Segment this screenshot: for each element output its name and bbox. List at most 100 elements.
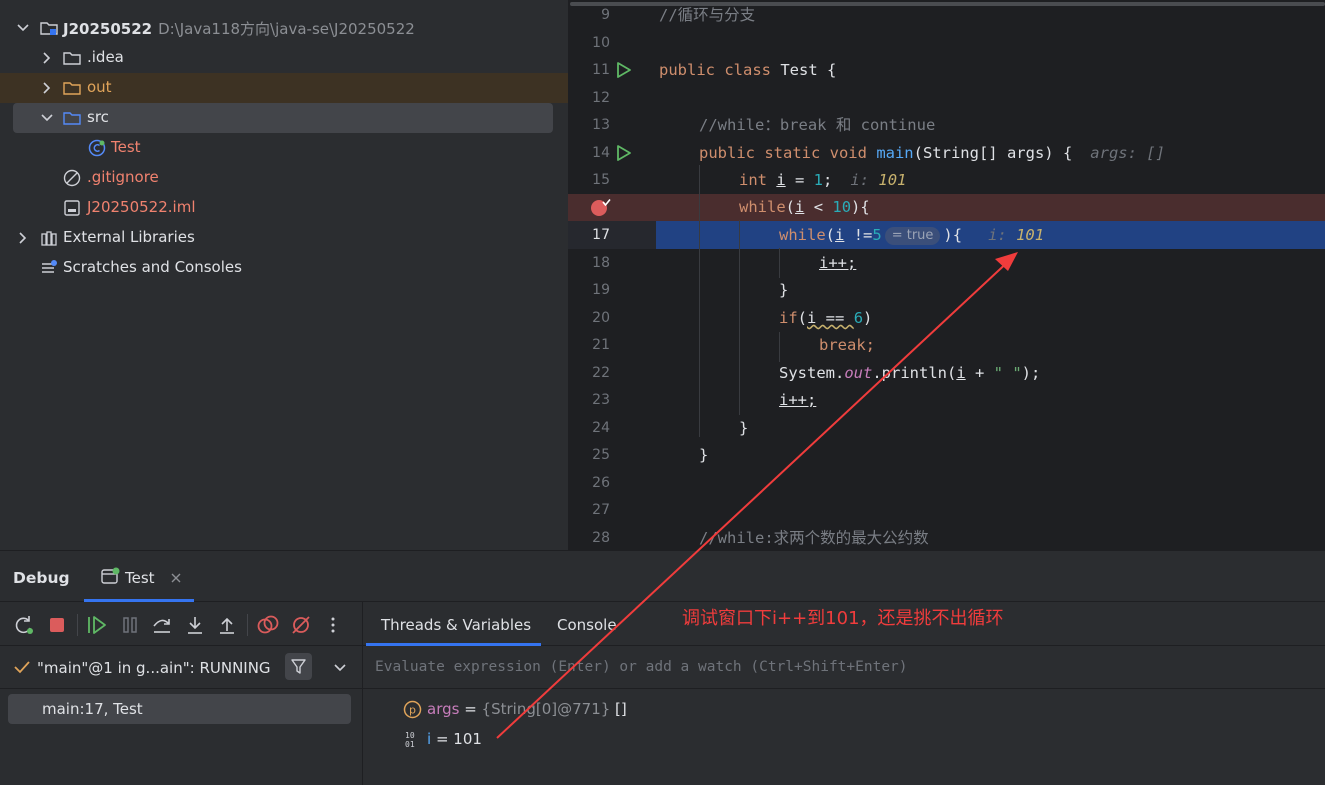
library-icon: [41, 231, 57, 246]
tree-item-src[interactable]: src: [13, 103, 553, 133]
stop-icon[interactable]: [47, 615, 67, 635]
svg-text:p: p: [409, 704, 416, 717]
view-breakpoints-icon[interactable]: [257, 615, 279, 635]
eval-placeholder: Evaluate expression (Enter) or add a wat…: [375, 659, 908, 675]
step-out-icon[interactable]: [217, 615, 237, 635]
breakpoint-icon[interactable]: [590, 198, 612, 218]
debug-header: [0, 550, 1325, 602]
thread-selector[interactable]: "main"@1 in g...ain": RUNNING: [0, 646, 362, 689]
rerun-icon[interactable]: [14, 615, 34, 635]
tree-item-label: out: [87, 78, 112, 96]
debug-tool-window: Debug Test Threads & Variables Console "…: [0, 550, 1325, 785]
code-line-16: while(i < 10){: [739, 198, 870, 216]
code-line-20: if(i == 6): [779, 309, 873, 327]
tree-item-label: src: [87, 108, 109, 126]
chevron-down-icon[interactable]: [16, 21, 30, 35]
evaluate-expression-input[interactable]: Evaluate expression (Enter) or add a wat…: [363, 646, 1325, 689]
chevron-down-icon[interactable]: [40, 111, 54, 125]
line-number: 26: [592, 475, 610, 491]
tree-item-label: J20250522.iml: [87, 198, 196, 216]
tab-console[interactable]: Console: [545, 602, 625, 646]
close-icon[interactable]: [171, 573, 181, 583]
java-class-icon: [88, 139, 106, 157]
run-icon[interactable]: [616, 61, 632, 79]
code-line-22: System.out.println(i + " ");: [779, 364, 1041, 382]
tab-label: Threads & Variables: [381, 616, 532, 634]
pause-icon[interactable]: [120, 615, 140, 635]
mute-breakpoints-icon[interactable]: [290, 615, 312, 635]
tree-item-gitignore[interactable]: .gitignore: [0, 163, 568, 193]
code-line-17: while(i !=5 = true){i: 101: [779, 226, 1045, 245]
line-number: 21: [592, 337, 610, 353]
tree-item-iml[interactable]: J20250522.iml: [0, 193, 568, 223]
scratches-icon: [42, 260, 57, 273]
stack-frame-item[interactable]: main:17, Test: [8, 694, 351, 724]
line-number: 15: [592, 172, 610, 188]
root-name: J20250522: [63, 20, 153, 38]
code-line-13: //while：break 和 continue: [699, 116, 936, 134]
tree-item-label: Scratches and Consoles: [63, 258, 242, 276]
tree-root-j20250522[interactable]: J20250522 D:\Java118方向\java-se\J20250522: [0, 13, 568, 43]
parameter-icon: p: [403, 700, 422, 719]
line-number-current: 17: [592, 227, 610, 243]
inline-evaluation-badge: = true: [884, 227, 941, 245]
code-editor[interactable]: 9 10 11 12 13 14 15 17 18 19 20 21 22 23…: [568, 0, 1325, 550]
tree-item-test-class[interactable]: Test: [0, 133, 568, 163]
chevron-right-icon[interactable]: [16, 231, 30, 245]
code-line-25: }: [699, 446, 709, 464]
tree-item-label: Test: [111, 138, 141, 156]
line-number: 9: [601, 7, 610, 23]
tab-label: Console: [557, 616, 617, 634]
code-line-21: break;: [819, 336, 875, 354]
line-number: 24: [592, 420, 610, 436]
root-path: D:\Java118方向\java-se\J20250522: [158, 20, 415, 38]
inline-value-hint: i: 101: [988, 226, 1045, 244]
code-line-28: //while:求两个数的最大公约数: [699, 529, 929, 547]
var-type: {String[0]@771}: [481, 700, 611, 718]
step-over-icon[interactable]: [152, 615, 172, 635]
ignored-file-icon: [63, 169, 81, 187]
tree-item-scratches[interactable]: Scratches and Consoles: [0, 253, 568, 283]
more-options-icon[interactable]: [324, 615, 342, 635]
code-line-23: i++;: [779, 391, 817, 409]
svg-text:01: 01: [405, 740, 415, 749]
tree-item-label: .gitignore: [87, 168, 159, 186]
project-tool-window: J20250522 D:\Java118方向\java-se\J20250522 …: [0, 0, 568, 550]
inline-value-hint: i: 101: [850, 171, 907, 189]
breakpoint-line-highlight: [568, 194, 1325, 221]
inline-value-hint: args: []: [1090, 144, 1165, 162]
tab-debug-session-test[interactable]: Test: [84, 550, 194, 602]
tree-item-external-libraries[interactable]: External Libraries: [0, 223, 568, 253]
tree-item-label: .idea: [87, 48, 124, 66]
line-number: 22: [592, 365, 610, 381]
line-number: 10: [592, 35, 610, 51]
line-number: 11: [592, 62, 610, 78]
var-name: args: [427, 700, 460, 718]
tab-threads-variables[interactable]: Threads & Variables: [366, 602, 541, 646]
step-into-icon[interactable]: [185, 615, 205, 635]
primitive-value-icon: 1001: [405, 731, 415, 749]
run-icon[interactable]: [616, 144, 632, 162]
folder-icon: [63, 52, 81, 65]
chevron-right-icon[interactable]: [40, 51, 54, 65]
line-number: 13: [592, 117, 610, 133]
line-number: 28: [592, 530, 610, 546]
debug-title: Debug: [13, 569, 70, 587]
tree-item-idea[interactable]: .idea: [0, 43, 568, 73]
chevron-right-icon[interactable]: [40, 81, 54, 95]
frame-label: main:17, Test: [42, 700, 143, 718]
var-value: 101: [453, 730, 482, 748]
svg-text:10: 10: [405, 731, 415, 740]
code-line-18: i++;: [819, 254, 857, 272]
annotation-text: 调试窗口下i++到101，还是挑不出循环: [682, 608, 1004, 629]
source-folder-icon: [63, 112, 81, 125]
tree-item-out[interactable]: out: [0, 73, 568, 103]
resume-icon[interactable]: [86, 615, 108, 635]
session-tab-label: Test: [125, 569, 155, 587]
chevron-down-icon[interactable]: [333, 661, 347, 675]
code-line-24: }: [739, 419, 749, 437]
filter-button[interactable]: [285, 653, 312, 680]
line-number: 25: [592, 447, 610, 463]
thread-label: "main"@1 in g...ain": RUNNING: [37, 659, 271, 677]
checkmark-icon: [14, 661, 30, 674]
